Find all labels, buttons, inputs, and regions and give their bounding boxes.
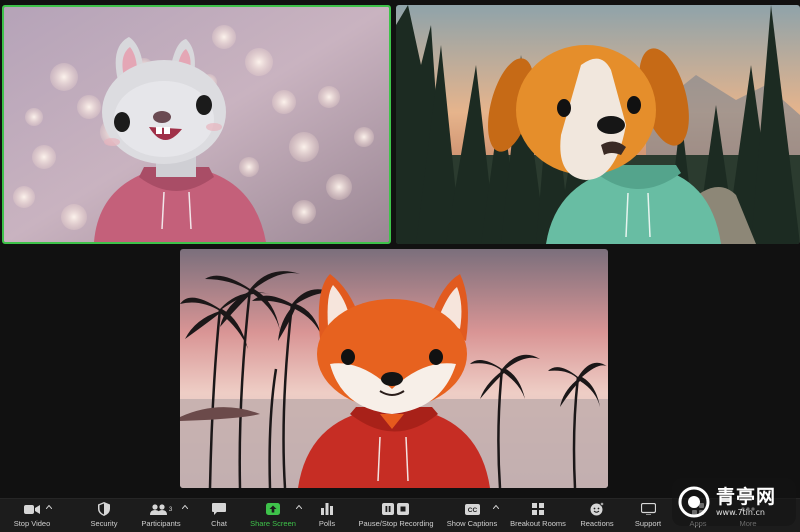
watermark-text: 青亭网 <box>716 486 777 508</box>
chevron-up-icon <box>296 505 302 509</box>
chevron-up-icon <box>493 505 499 509</box>
site-watermark: 青亭网 www.7tin.cn <box>672 478 796 526</box>
emoji-plus-icon <box>590 501 604 517</box>
support-label: Support <box>634 519 662 528</box>
support-icon <box>640 501 656 517</box>
people-icon: 3 <box>149 501 173 517</box>
breakout-rooms-button[interactable]: Breakout Rooms <box>507 501 569 531</box>
chevron-up-icon <box>182 505 188 509</box>
watermark-logo-icon <box>678 486 710 518</box>
pause-stop-icon <box>382 501 410 517</box>
security-label: Security <box>90 519 118 528</box>
participants-label: Participants <box>141 519 181 528</box>
video-tile-bunny[interactable] <box>2 5 391 244</box>
cc-icon: CC <box>464 501 480 517</box>
support-button[interactable]: Support <box>628 501 668 531</box>
polls-button[interactable]: Polls <box>313 501 341 531</box>
pause-stop-recording-label: Pause/Stop Recording <box>358 519 434 528</box>
stop-video-label: Stop Video <box>13 519 51 528</box>
breakout-rooms-label: Breakout Rooms <box>510 519 566 528</box>
shield-icon <box>98 501 110 517</box>
share-screen-button[interactable]: Share Screen <box>245 501 301 531</box>
participants-options-caret[interactable] <box>182 503 188 511</box>
reactions-label: Reactions <box>580 519 614 528</box>
bunny-avatar-video <box>4 7 389 242</box>
watermark-url: www.7tin.cn <box>716 508 765 517</box>
chat-bubble-icon <box>212 501 226 517</box>
video-tile-fox[interactable] <box>180 249 608 488</box>
video-tile-dog[interactable] <box>396 5 800 244</box>
chat-label: Chat <box>211 519 227 528</box>
chevron-up-icon <box>46 505 52 509</box>
security-button[interactable]: Security <box>84 501 124 531</box>
share-screen-label: Share Screen <box>250 519 296 528</box>
pause-stop-recording-button[interactable]: Pause/Stop Recording <box>354 501 438 531</box>
grid-icon <box>532 501 544 517</box>
show-captions-label: Show Captions <box>446 519 498 528</box>
chat-button[interactable]: Chat <box>203 501 235 531</box>
share-screen-options-caret[interactable] <box>296 503 302 511</box>
polls-label: Polls <box>318 519 336 528</box>
captions-options-caret[interactable] <box>493 503 499 511</box>
participants-count: 3 <box>168 505 173 513</box>
bar-chart-icon <box>321 501 333 517</box>
participants-button[interactable]: 3 Participants <box>136 501 186 531</box>
video-camera-icon <box>24 501 40 517</box>
dog-avatar-video <box>396 5 800 244</box>
reactions-button[interactable]: Reactions <box>577 501 617 531</box>
share-screen-icon <box>266 501 280 517</box>
svg-text:CC: CC <box>467 507 477 514</box>
fox-avatar-video <box>180 249 608 488</box>
video-options-caret[interactable] <box>46 503 52 511</box>
